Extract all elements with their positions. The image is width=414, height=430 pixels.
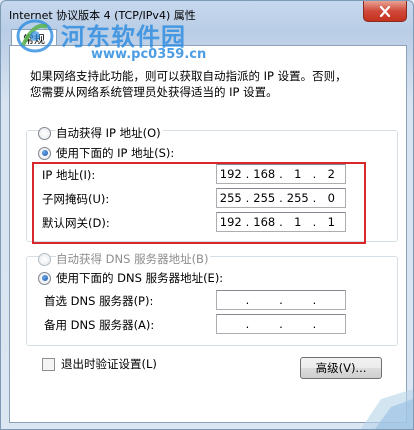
description-line-2: 您需要从网络系统管理员处获得适当的 IP 设置。 — [30, 85, 278, 99]
octet-separator: . — [279, 293, 283, 307]
octet-separator: . — [279, 317, 283, 331]
octet-separator: . — [245, 317, 250, 331]
dialog-window: Internet 协议版本 4 (TCP/IPv4) 属性 常规 如果网络支持此… — [0, 0, 414, 430]
preferred-dns-label: 首选 DNS 服务器(P): — [44, 294, 154, 308]
octet-separator: . — [312, 293, 317, 307]
advanced-button-label: 高级(V)... — [315, 361, 367, 375]
octet-separator: . — [312, 317, 317, 331]
decorative-corner-icon — [361, 389, 413, 429]
preferred-dns-input[interactable]: . . . — [216, 290, 346, 310]
validate-on-exit-checkbox[interactable] — [42, 357, 55, 371]
auto-ip-label: 自动获得 IP 地址(O) — [56, 125, 163, 141]
close-icon — [379, 5, 391, 17]
octet-separator: . — [245, 293, 250, 307]
alternate-dns-label: 备用 DNS 服务器(A): — [44, 318, 155, 332]
manual-dns-radio[interactable] — [38, 271, 51, 285]
manual-ip-option[interactable]: 使用下面的 IP 地址(S): — [38, 145, 174, 161]
manual-dns-label: 使用下面的 DNS 服务器地址(E): — [56, 271, 224, 285]
auto-dns-radio[interactable] — [38, 252, 51, 266]
advanced-button[interactable]: 高级(V)... — [300, 357, 382, 379]
auto-dns-option[interactable]: 自动获得 DNS 服务器地址(B) — [38, 251, 211, 267]
description-line-1: 如果网络支持此功能，则可以获取自动指派的 IP 设置。否则， — [30, 69, 347, 83]
close-button[interactable] — [363, 1, 407, 22]
validate-on-exit-option[interactable]: 退出时验证设置(L) — [42, 356, 157, 372]
manual-ip-radio[interactable] — [38, 146, 51, 160]
manual-ip-label: 使用下面的 IP 地址(S): — [56, 146, 175, 160]
watermark: 河东软件园 www.pc0359.cn — [15, 17, 225, 62]
highlight-box — [32, 162, 366, 244]
description-text: 如果网络支持此功能，则可以获取自动指派的 IP 设置。否则， 您需要从网络系统管… — [30, 68, 390, 100]
auto-ip-option[interactable]: 自动获得 IP 地址(O) — [38, 125, 163, 141]
manual-dns-option[interactable]: 使用下面的 DNS 服务器地址(E): — [38, 270, 223, 286]
watermark-logo-icon — [16, 19, 54, 53]
validate-on-exit-label: 退出时验证设置(L) — [61, 357, 157, 371]
auto-ip-radio[interactable] — [38, 126, 51, 140]
alternate-dns-input[interactable]: . . . — [216, 314, 346, 334]
auto-dns-label: 自动获得 DNS 服务器地址(B) — [56, 251, 211, 267]
watermark-url: www.pc0359.cn — [91, 47, 207, 62]
general-panel: 如果网络支持此功能，则可以获取自动指派的 IP 设置。否则， 您需要从网络系统管… — [9, 45, 407, 423]
